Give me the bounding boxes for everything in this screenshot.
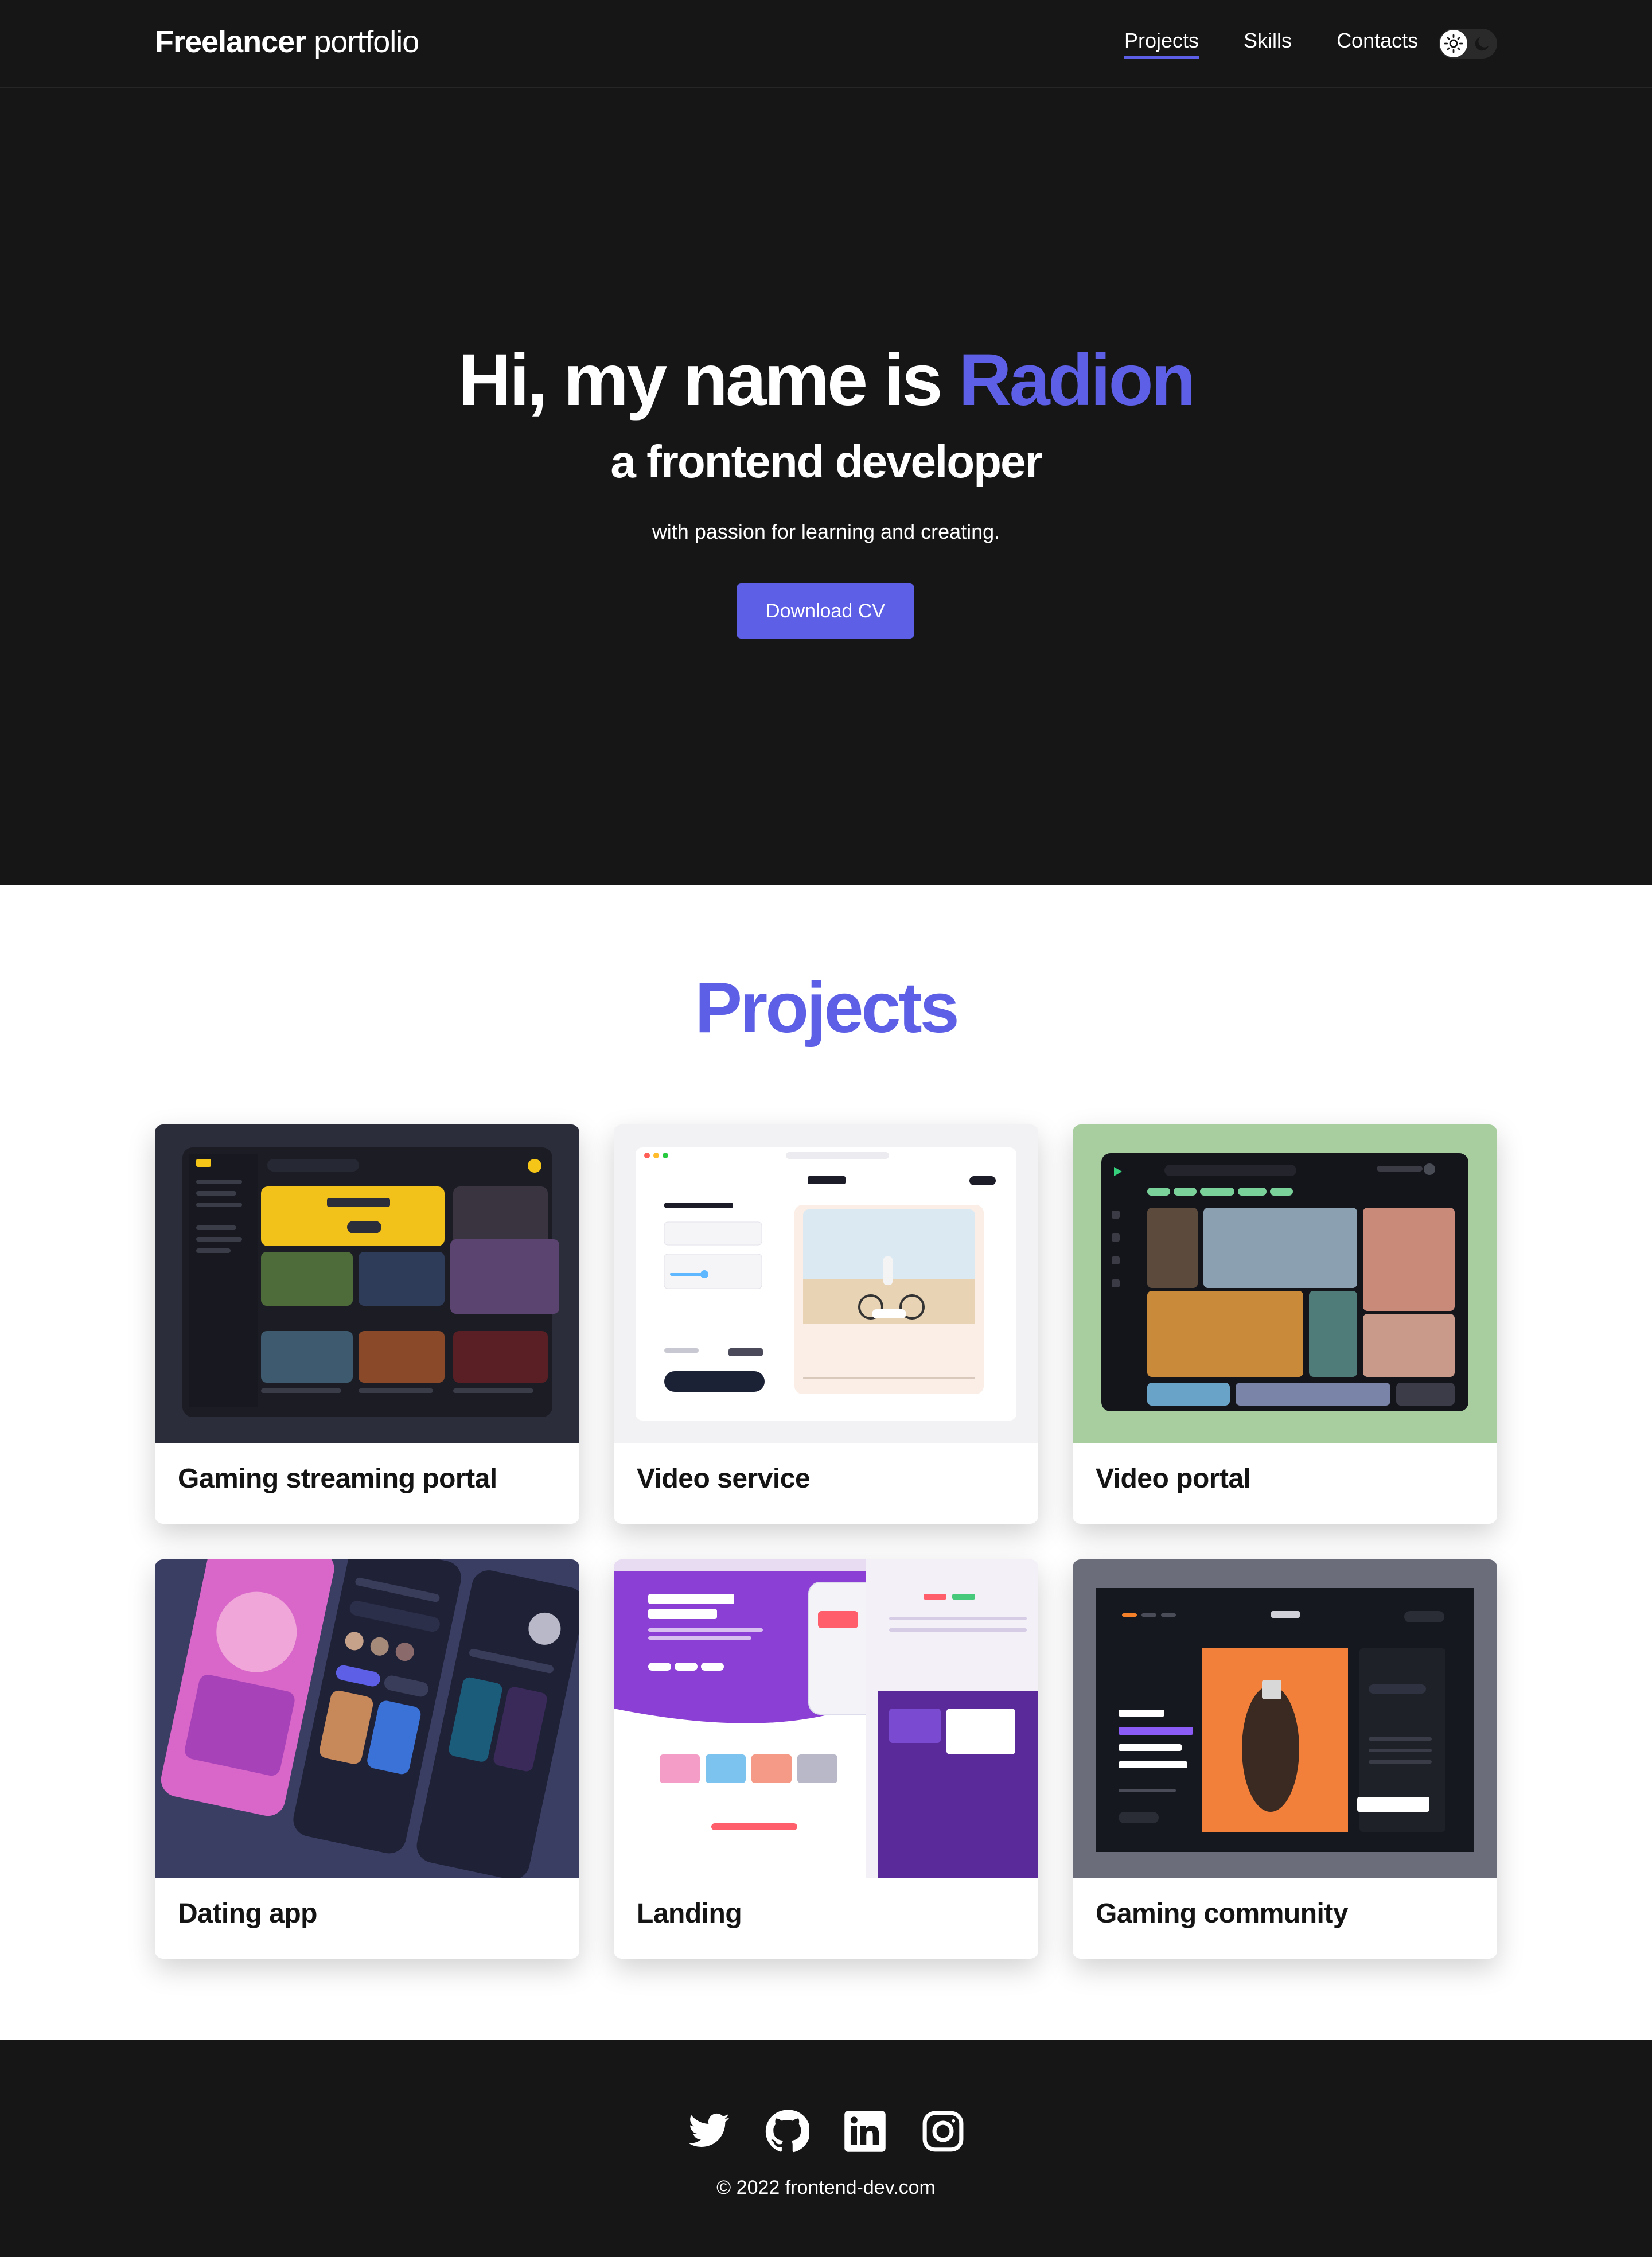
- project-card-dating-app[interactable]: Dating app: [155, 1559, 579, 1959]
- hero-name: Radion: [959, 339, 1196, 421]
- project-thumbnail: [614, 1559, 1038, 1878]
- project-card-gaming-community[interactable]: Gaming community: [1073, 1559, 1497, 1959]
- twitter-link[interactable]: [687, 2109, 731, 2154]
- nav-link-projects[interactable]: Projects: [1124, 29, 1199, 59]
- instagram-link[interactable]: [921, 2109, 965, 2154]
- main-nav: Projects Skills Contacts: [1124, 29, 1418, 59]
- social-links: [0, 2109, 1652, 2154]
- project-card-gaming-streaming-portal[interactable]: Gaming streaming portal: [155, 1124, 579, 1524]
- project-title: Gaming community: [1096, 1898, 1349, 1929]
- github-icon: [765, 2110, 811, 2153]
- moon-wrap: [1471, 32, 1494, 55]
- logo-bold-text: Freelancer: [155, 25, 306, 59]
- site-footer: © 2022 frontend-dev.com: [0, 2040, 1652, 2257]
- project-thumbnail: [1073, 1559, 1497, 1878]
- logo-light-text: portfolio: [314, 25, 419, 59]
- twitter-icon: [688, 2113, 730, 2147]
- project-title: Video portal: [1096, 1464, 1251, 1494]
- nav-link-contacts[interactable]: Contacts: [1337, 29, 1418, 59]
- project-card-video-service[interactable]: Video service: [614, 1124, 1038, 1524]
- projects-title: Projects: [695, 968, 959, 1048]
- project-thumbnail: [1073, 1124, 1497, 1443]
- project-title: Dating app: [178, 1898, 318, 1929]
- hero-text: with passion for learning and creating.: [652, 520, 1000, 543]
- project-card-landing[interactable]: Landing: [614, 1559, 1038, 1959]
- project-thumbnail: [155, 1124, 579, 1443]
- linkedin-link[interactable]: [843, 2109, 887, 2154]
- site-logo[interactable]: Freelancer portfolio: [155, 24, 419, 60]
- project-title: Gaming streaming portal: [178, 1464, 497, 1494]
- project-title: Landing: [637, 1898, 742, 1929]
- theme-toggle[interactable]: [1439, 29, 1497, 59]
- project-thumbnail: [155, 1559, 579, 1878]
- toggle-knob: [1440, 30, 1467, 57]
- site-header: Freelancer portfolio Projects Skills Con…: [0, 0, 1652, 88]
- moon-icon: [1475, 37, 1489, 51]
- nav-link-skills[interactable]: Skills: [1244, 29, 1292, 59]
- instagram-icon: [922, 2111, 964, 2152]
- project-card-video-portal[interactable]: Video portal: [1073, 1124, 1497, 1524]
- projects-section: Projects Gaming streaming portal Video s…: [0, 885, 1652, 2040]
- hero-title: Hi, my name is Radion: [0, 344, 1652, 417]
- download-cv-button[interactable]: Download CV: [737, 583, 914, 639]
- github-link[interactable]: [765, 2109, 811, 2154]
- project-thumbnail: [614, 1124, 1038, 1443]
- project-title: Video service: [637, 1464, 811, 1494]
- linkedin-icon: [844, 2111, 886, 2152]
- hero-title-prefix: Hi, my name is: [458, 339, 942, 421]
- sun-icon: [1444, 34, 1463, 53]
- hero-section: Hi, my name is Radion a frontend develop…: [0, 88, 1652, 885]
- copyright-text: © 2022 frontend-dev.com: [716, 2177, 936, 2198]
- hero-subtitle: a frontend developer: [610, 436, 1042, 487]
